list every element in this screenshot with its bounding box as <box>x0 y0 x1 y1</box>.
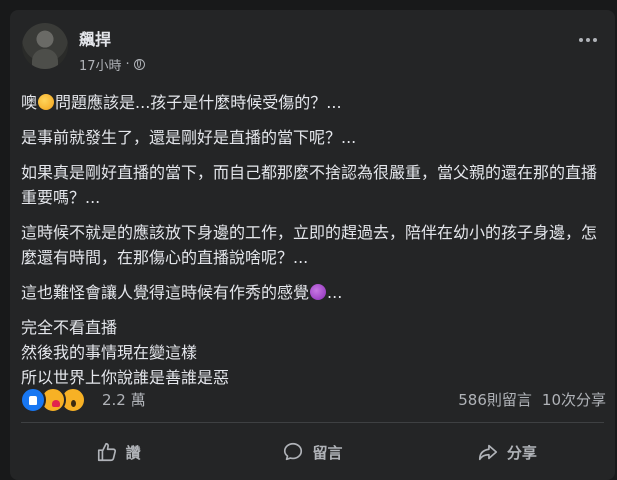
post-content: 噢問題應該是...孩子是什麼時候受傷的？... 是事前就發生了，還是剛好是直播的… <box>21 90 605 390</box>
action-bar: 讚 留言 分享 <box>21 432 604 472</box>
globe-icon[interactable] <box>133 59 145 70</box>
share-arrow-icon <box>478 444 497 461</box>
paragraph-line: 完全不看直播 <box>21 318 118 337</box>
comment-count[interactable]: 586則留言 <box>458 389 532 410</box>
comment-icon <box>284 442 303 461</box>
thinking-face-icon <box>38 94 55 110</box>
paragraph: 噢問題應該是...孩子是什麼時候受傷的？... <box>21 90 605 115</box>
share-label: 分享 <box>506 443 537 462</box>
like-icon <box>20 387 46 413</box>
reaction-bar: 2.2 萬 586則留言 10次分享 <box>20 387 606 413</box>
paragraph-text: 這也難怪會讓人覺得這時候有作秀的感覺 <box>21 283 310 302</box>
paragraph-text: 噢 <box>21 93 38 112</box>
comment-label: 留言 <box>312 443 343 462</box>
comment-button[interactable]: 留言 <box>215 432 409 472</box>
thumbs-up-icon <box>97 442 116 462</box>
paragraph: 這也難怪會讓人覺得這時候有作秀的感覺... <box>21 280 605 305</box>
paragraph-line: 然後我的事情現在變這樣 <box>21 343 198 362</box>
share-count[interactable]: 10次分享 <box>542 389 606 410</box>
like-button[interactable]: 讚 <box>21 432 215 472</box>
divider <box>21 422 604 423</box>
dot-icon <box>593 38 597 42</box>
author-name[interactable]: 飆捍 <box>79 26 111 50</box>
reaction-icons[interactable] <box>20 387 86 413</box>
share-button[interactable]: 分享 <box>410 432 604 472</box>
paragraph-text: 問題應該是...孩子是什麼時候受傷的？... <box>55 93 342 112</box>
paragraph: 如果真是剛好直播的當下，而自己都那麼不捨認為很嚴重，當父親的還在那的直播重要嗎？… <box>21 163 598 207</box>
avatar[interactable] <box>22 23 68 69</box>
post-card: 飆捍 17小時 · 噢問題應該是...孩子是什麼時候受傷的？... 是事前就發生… <box>10 10 615 480</box>
paragraph: 是事前就發生了，還是剛好是直播的當下呢？... <box>21 128 357 147</box>
dot-icon <box>586 38 590 42</box>
reaction-count[interactable]: 2.2 萬 <box>102 389 146 410</box>
tired-face-icon <box>310 284 327 300</box>
dot-icon <box>579 38 583 42</box>
meta-separator: · <box>125 57 130 72</box>
post-time[interactable]: 17小時 <box>79 55 122 74</box>
engagement-counts: 586則留言 10次分享 <box>458 389 606 410</box>
post-meta: 17小時 · <box>79 55 145 74</box>
more-options-button[interactable] <box>579 38 597 42</box>
like-label: 讚 <box>125 443 141 462</box>
paragraph: 這時候不就是的應該放下身邊的工作，立即的趕過去，陪伴在幼小的孩子身邊，怎麼還有時… <box>21 223 598 267</box>
paragraph-text: ... <box>327 283 343 302</box>
